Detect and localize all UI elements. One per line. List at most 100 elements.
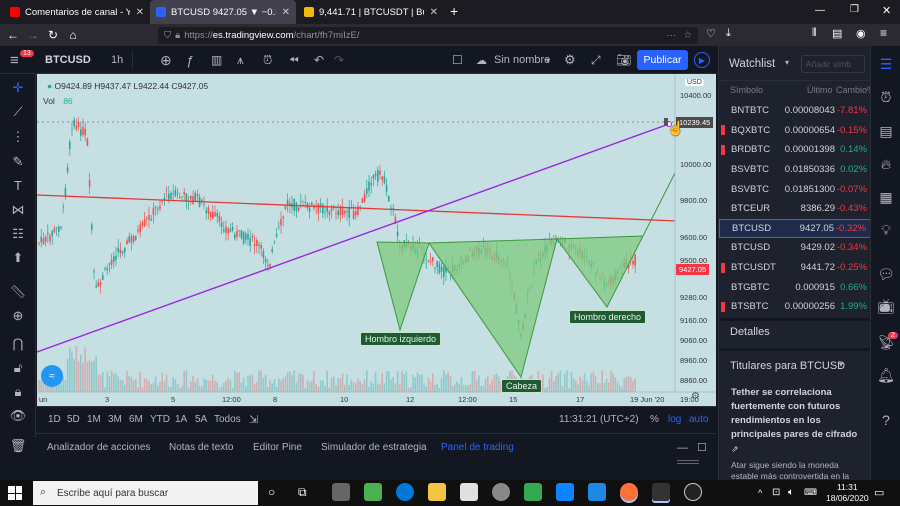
chart-area[interactable]: 10400.00 10000.00 9800.00 9600.00 9500.00 928… [36,74,716,406]
tray-chevron-icon[interactable]: ^ [758,488,762,498]
arrow-up-icon[interactable]: ⬆ [0,250,36,266]
clock-readout[interactable]: 11:31:21 (UTC+2) [559,407,639,431]
back-arrow-icon[interactable]: ← [3,28,23,42]
head-label[interactable]: Cabeza [501,379,543,393]
watchlist-row[interactable]: BSVBTC 0.01850336 0.02% [719,160,871,180]
chevron-down-icon[interactable]: ▾ [546,46,550,74]
right-shoulder-label[interactable]: Hombro derecho [569,310,647,324]
hotlist-flame-icon[interactable]: 🔥︎ [871,156,900,173]
google-drive-icon[interactable] [524,483,542,501]
compare-plus-icon[interactable]: ⊕ [160,46,172,74]
chevron-down-icon[interactable]: ▾ [839,360,843,369]
auto-toggle[interactable]: auto [689,407,708,431]
tab-tradingview[interactable]: BTCUSD 9427.05 ▼ −0.32% Sin n ✕ [150,0,296,24]
watchlist-row[interactable]: BTCUSDT 9441.72 -0.25% [719,258,871,278]
indicators-fx-icon[interactable]: ƒ [186,46,193,74]
range-1d[interactable]: 1D [48,407,61,431]
brush-icon[interactable]: ✎ [0,154,36,170]
notifications-icon[interactable]: ▭ [874,486,884,499]
taskbar-app-icon[interactable] [332,483,350,501]
library-icon[interactable]: ⫴ [812,27,817,40]
percent-toggle[interactable]: % [650,407,659,431]
menu-icon[interactable]: ≡ [880,26,887,40]
lock-all-icon[interactable]: 🔒︎ [0,384,36,400]
play-icon[interactable]: ▶ [694,52,710,68]
magnet-icon[interactable]: ⋂ [0,336,36,352]
taskbar-app-icon[interactable] [588,483,606,501]
col-symbol-header[interactable]: Símbolo [730,85,763,95]
templates-icon[interactable]: ⩚ [237,46,244,74]
firefox-icon[interactable] [620,483,638,501]
url-bar[interactable]: ⛉ 🔒︎ https:// es.tradingview.com /chart/… [158,27,698,44]
range-ytd[interactable]: YTD [150,407,170,431]
fullscreen-square-icon[interactable]: ☐ [452,46,463,74]
range-5d[interactable]: 5D [67,407,80,431]
hamburger-menu-icon[interactable]: ≡ [10,46,19,74]
close-icon[interactable]: ✕ [282,7,290,18]
edge-browser-icon[interactable] [396,483,414,501]
replay-icon[interactable]: ⏪︎ [289,46,299,74]
chart-settings-gear-icon[interactable]: ⚙ [691,391,700,402]
layout-name[interactable]: Sin nombre [494,46,550,74]
tab-stock-screener[interactable]: Analizador de acciones [47,434,150,461]
cortana-icon[interactable]: ○ [268,485,275,499]
redo-icon[interactable]: ↷ [334,46,344,74]
eye-icon[interactable]: 👁︎ [0,408,36,424]
crosshair-icon[interactable]: ✛ [0,80,36,96]
reload-icon[interactable]: ↻ [43,28,63,42]
range-5a[interactable]: 5A [195,407,207,431]
watchlist-row[interactable]: BNTBTC 0.00008043 -7.81% [719,101,871,121]
mail-icon[interactable] [556,483,574,501]
symbol-search[interactable]: BTCUSD [45,46,91,74]
news-headline[interactable]: Tether se correlaciona fuertemente con f… [731,386,861,457]
volume-icon[interactable]: 🔈︎ [788,487,794,498]
windows-start-icon[interactable] [8,486,22,500]
taskbar-app-icon[interactable] [492,483,510,501]
pocket-icon[interactable]: ♡ [706,27,716,40]
prediction-icon[interactable]: ☷ [0,226,36,242]
keyboard-icon[interactable]: ⌨ [804,487,817,498]
file-explorer-icon[interactable] [428,483,446,501]
chevron-down-icon[interactable]: ▾ [785,58,789,67]
watchlist-row[interactable]: BTCEUR 8386.29 -0.43% [719,199,871,219]
range-todos[interactable]: Todos [214,407,241,431]
watchlist-row[interactable]: BRDBTC 0.00001398 0.14% [719,140,871,160]
account-icon[interactable]: ◉ [856,27,866,40]
watchlist-row[interactable]: BQXBTC 0.00000654 -0.15% [719,121,871,141]
tradingview-logo-icon[interactable]: ≈ [41,365,63,387]
pattern-icon[interactable]: ⋈ [0,202,36,218]
taskbar-app-icon[interactable] [652,483,670,501]
taskbar-clock[interactable]: 11:31 18/06/2020 [826,482,869,504]
watchlist-icon[interactable]: ☰ [871,56,900,73]
ruler-icon[interactable]: 📏︎ [0,284,36,300]
watchlist-row[interactable]: BTGBTC 0.000915 0.66% [719,277,871,297]
add-symbol-input[interactable]: Añadir simb [801,55,865,73]
task-view-icon[interactable]: ⧉ [298,485,307,500]
close-icon[interactable]: ✕ [430,7,438,18]
trend-line-icon[interactable]: ⟋ [0,104,36,120]
help-icon[interactable]: ? [871,412,900,428]
range-1a[interactable]: 1A [175,407,187,431]
taskbar-search-input[interactable]: ⌕ Escribe aquí para buscar [33,481,258,505]
tab-trading-panel[interactable]: Panel de trading [441,434,514,461]
more-dots-icon[interactable]: ··· [667,30,677,41]
tab-youtube[interactable]: Comentarios de canal - YouTub ✕ [4,0,150,24]
watchlist-row[interactable]: BTCUSD 9429.02 -0.34% [719,238,871,258]
price-chart[interactable]: 10400.0010000.009800.009600.009500.00928… [36,74,716,406]
log-toggle[interactable]: log [668,407,681,431]
new-tab-button[interactable]: + [450,3,458,19]
alert-icon[interactable]: ⏰︎ [263,46,272,74]
text-tool-icon[interactable]: T [0,178,36,193]
bell-icon[interactable]: 🔔︎ [871,367,900,384]
flag-icon[interactable] [721,262,725,273]
sidebar-icon[interactable]: ▤ [832,27,842,40]
calendar-icon[interactable]: ▦ [871,189,900,206]
watchlist-title[interactable]: Watchlist [729,58,775,70]
col-last-header[interactable]: Último [807,85,833,95]
minimize-panel-icon[interactable]: — [677,434,688,461]
trash-icon[interactable]: 🗑︎ [0,438,36,454]
tab-strategy-tester[interactable]: Simulador de estrategia [321,434,427,461]
download-icon[interactable]: ⤓ [726,27,731,40]
gear-icon[interactable]: ⚙ [564,46,576,74]
watchlist-row[interactable]: BSVBTC 0.01851300 -0.07% [719,179,871,199]
